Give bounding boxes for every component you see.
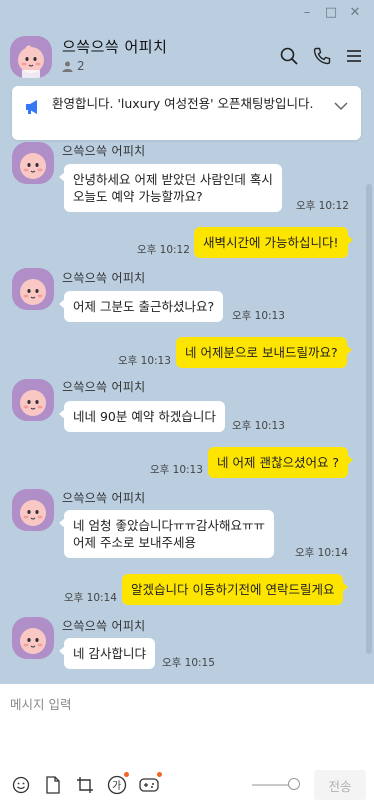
game-icon[interactable]	[138, 774, 160, 796]
phone-icon[interactable]	[311, 45, 333, 67]
message-time: 오후 10:13	[232, 310, 285, 322]
message-line: 네네 90분 예약 하겠습니다	[73, 409, 216, 424]
sender-name: 으쓱으쓱 어피치	[62, 491, 146, 505]
notice-banner[interactable]: 환영합니다. 'luxury 여성전용' 오픈채팅방입니다.	[12, 86, 361, 140]
menu-icon[interactable]	[343, 45, 365, 67]
message-time: 오후 10:14	[295, 547, 348, 559]
incoming-message[interactable]: 네네 90분 예약 하겠습니다	[59, 401, 225, 432]
sender-avatar[interactable]	[12, 142, 54, 184]
message-line: 오늘도 예약 가능할까요?	[73, 189, 203, 204]
crop-icon[interactable]	[74, 774, 96, 796]
apeach-icon	[20, 390, 46, 416]
font-size-slider-knob[interactable]	[288, 778, 300, 790]
outgoing-message[interactable]: 네 어제 괜찮으셨어요 ?	[208, 447, 354, 478]
notification-dot	[124, 772, 129, 777]
apeach-icon	[20, 500, 46, 526]
sender-avatar[interactable]	[12, 268, 54, 310]
incoming-message[interactable]: 네 엄청 좋았습니다ㅠㅠ감사해요ㅠㅠ 어제 주소로 보내주세용	[59, 510, 274, 558]
file-icon[interactable]	[42, 774, 64, 796]
sender-avatar[interactable]	[12, 379, 54, 421]
message-line: 어제 주소로 보내주세용	[73, 535, 196, 550]
outgoing-message[interactable]: 네 어제분으로 보내드릴까요?	[176, 337, 352, 368]
search-icon[interactable]	[278, 45, 300, 67]
message-time: 오후 10:14	[64, 592, 117, 604]
sender-avatar[interactable]	[12, 489, 54, 531]
message-line: 네 감사합니댜	[73, 646, 146, 661]
send-button[interactable]: 전송	[314, 770, 366, 800]
chat-title: 으쓱으쓱 어피치	[62, 38, 168, 56]
message-line: 어제 그분도 출근하셨나요?	[73, 299, 215, 314]
message-time: 오후 10:13	[150, 464, 203, 476]
message-time: 오후 10:12	[137, 244, 190, 256]
member-count[interactable]: 2	[62, 59, 85, 73]
incoming-message[interactable]: 안녕하세요 어제 받았던 사람인데 혹시 오늘도 예약 가능할까요?	[59, 164, 282, 212]
message-time: 오후 10:13	[118, 355, 171, 367]
chatroom-avatar[interactable]	[10, 36, 52, 78]
apeach-icon	[20, 153, 46, 179]
sender-name: 으쓱으쓱 어피치	[62, 380, 146, 394]
message-input[interactable]	[10, 694, 360, 754]
person-icon	[62, 61, 73, 72]
svg-text:가: 가	[112, 780, 121, 792]
sender-name: 으쓱으쓱 어피치	[62, 271, 146, 285]
apeach-icon	[20, 279, 46, 305]
chevron-down-icon[interactable]	[333, 98, 349, 114]
message-time: 오후 10:15	[162, 657, 215, 669]
notice-text: 환영합니다. 'luxury 여성전용' 오픈채팅방입니다.	[52, 96, 314, 111]
maximize-button[interactable]: □	[322, 3, 340, 21]
close-button[interactable]: ✕	[346, 3, 364, 21]
notification-dot	[157, 772, 162, 777]
message-composer: 가 전송	[0, 684, 374, 808]
minimize-button[interactable]: –	[298, 3, 316, 21]
sender-avatar[interactable]	[12, 617, 54, 659]
incoming-message[interactable]: 어제 그분도 출근하셨나요?	[58, 291, 224, 322]
message-line: 네 엄청 좋았습니다ㅠㅠ감사해요ㅠㅠ	[73, 518, 265, 533]
translate-icon[interactable]: 가	[106, 774, 128, 796]
chat-scrollbar[interactable]	[366, 184, 372, 654]
chat-header: 으쓱으쓱 어피치 2	[0, 30, 374, 82]
member-count-value: 2	[77, 59, 85, 73]
message-time: 오후 10:13	[232, 420, 285, 432]
emoji-icon[interactable]	[10, 774, 32, 796]
megaphone-icon	[26, 100, 37, 114]
apeach-icon	[18, 45, 44, 78]
window-controls: – □ ✕	[0, 0, 374, 24]
message-time: 오후 10:12	[296, 200, 349, 212]
sender-name: 으쓱으쓱 어피치	[62, 144, 146, 158]
sender-name: 으쓱으쓱 어피치	[62, 619, 146, 633]
outgoing-message[interactable]: 새벽시간에 가능하십니다!	[194, 227, 352, 258]
apeach-icon	[20, 628, 46, 654]
incoming-message[interactable]: 네 감사합니댜	[59, 638, 155, 669]
message-line: 안녕하세요 어제 받았던 사람인데 혹시	[73, 172, 273, 187]
outgoing-message[interactable]: 알겠습니다 이동하기전에 연락드릴게요	[122, 574, 349, 605]
